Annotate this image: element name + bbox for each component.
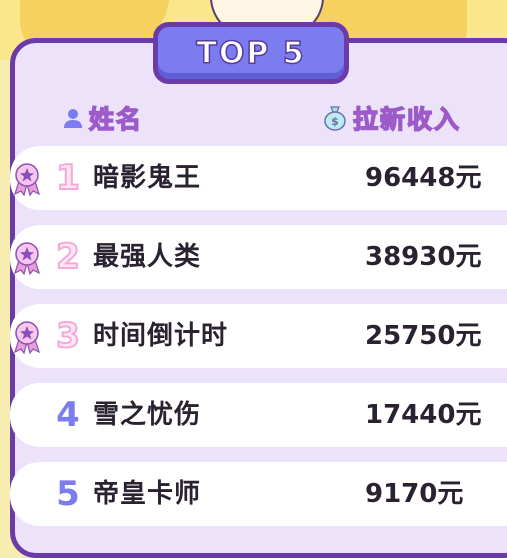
- player-name: 最强人类: [93, 242, 202, 272]
- rank-number: 5: [56, 474, 80, 514]
- income-amount: 9170元: [365, 479, 464, 509]
- income-column-label: 拉新收入: [352, 104, 462, 135]
- leaderboard-row: 5 帝皇卡师 9170元: [10, 462, 507, 526]
- svg-text:$: $: [331, 115, 339, 128]
- player-name: 时间倒计时: [93, 321, 229, 351]
- income-amount: 96448元: [365, 163, 482, 193]
- title-badge: TOP 5: [153, 22, 349, 84]
- leaderboard-row: 3 时间倒计时 25750元: [10, 304, 507, 368]
- leaderboard-row: 4 雪之忧伤 17440元: [10, 383, 507, 447]
- name-column-label: 姓名: [88, 104, 144, 135]
- player-name: 暗影鬼王: [93, 163, 202, 193]
- leaderboard-row: 1 暗影鬼王 96448元: [10, 146, 507, 210]
- medal-icon: [14, 163, 40, 196]
- leaderboard-header: 姓名 $ 拉新收入: [0, 100, 507, 136]
- player-name: 雪之忧伤: [93, 400, 202, 430]
- money-bag-icon: $: [324, 106, 346, 131]
- page-title: TOP 5: [196, 35, 306, 72]
- leaderboard-row: 2 最强人类 38930元: [10, 225, 507, 289]
- name-column-header: 姓名: [63, 100, 143, 136]
- rank-number: 2: [55, 236, 81, 278]
- medal-icon: [14, 242, 40, 275]
- income-column-header: $ 拉新收入: [323, 100, 461, 136]
- person-icon: [64, 109, 82, 128]
- player-name: 帝皇卡师: [93, 479, 202, 509]
- rank-number: 4: [56, 395, 80, 435]
- income-amount: 17440元: [365, 400, 482, 430]
- income-amount: 38930元: [365, 242, 482, 272]
- medal-icon: [14, 321, 40, 354]
- income-amount: 25750元: [365, 321, 482, 351]
- rank-number: 3: [55, 315, 81, 357]
- rank-number: 1: [55, 157, 81, 199]
